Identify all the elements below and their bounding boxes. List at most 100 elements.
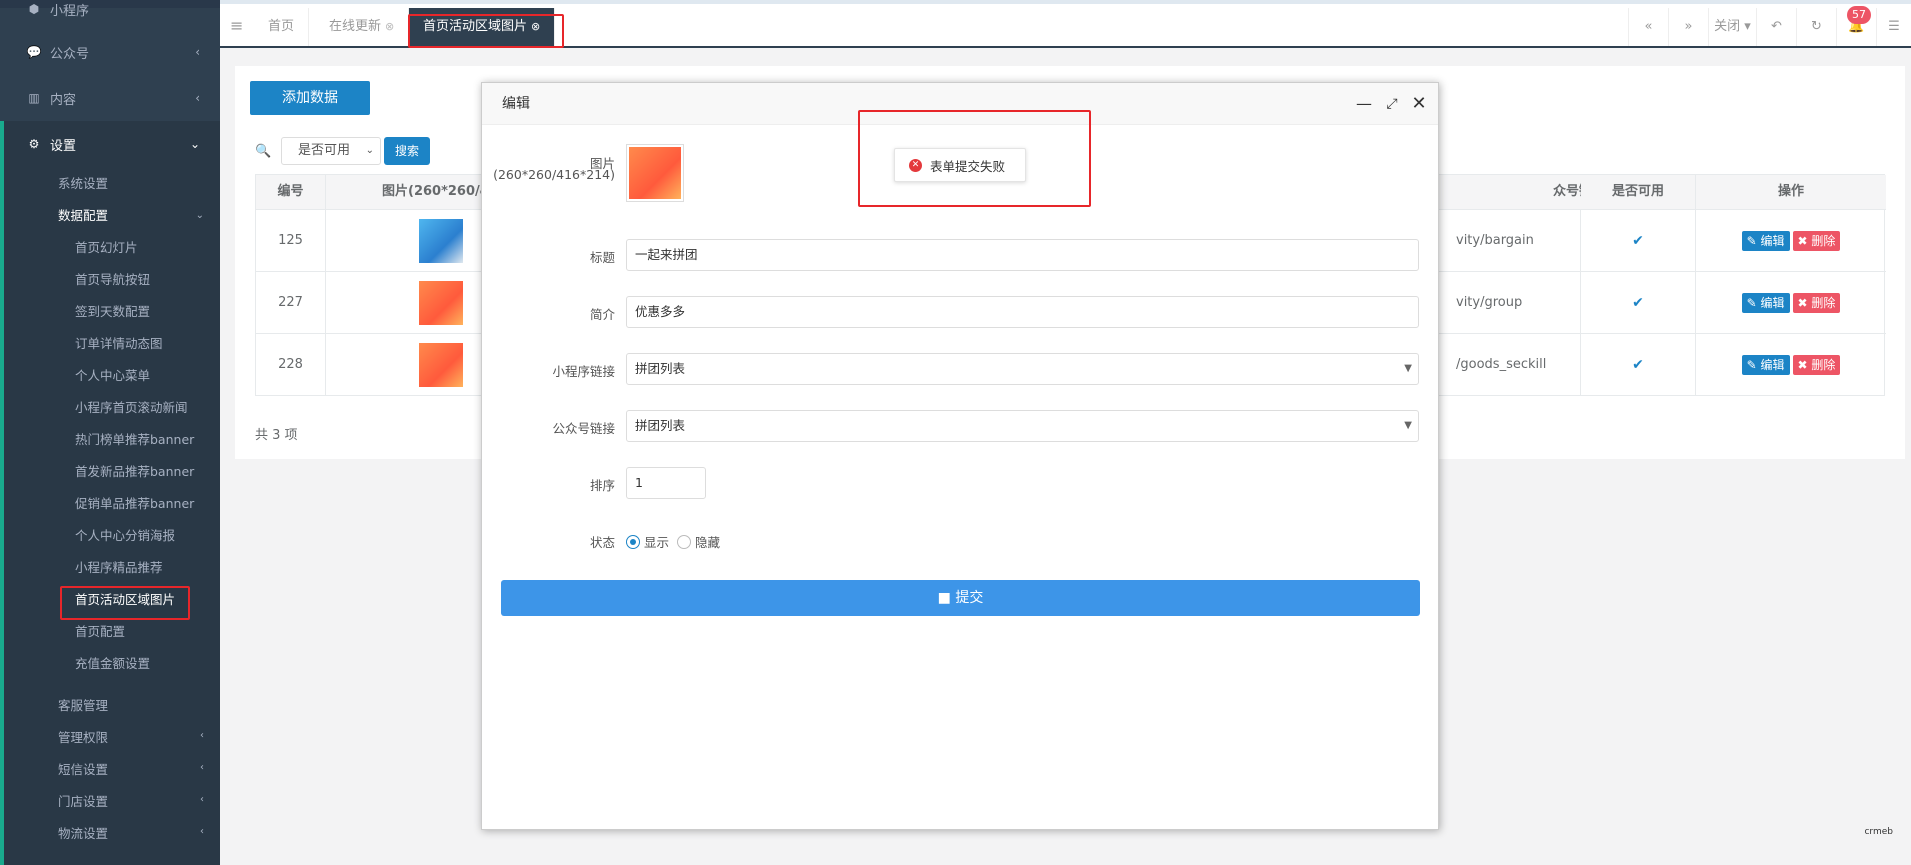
maximize-icon[interactable]: ⤢ xyxy=(1381,93,1403,115)
radio-unchecked xyxy=(677,534,691,549)
highlight-box-tab xyxy=(408,14,564,48)
sidebar-sub2-item[interactable]: 签到天数配置 xyxy=(75,300,150,324)
chevron-left-icon: ‹ xyxy=(200,730,204,741)
sort-input[interactable]: 1 xyxy=(626,467,706,499)
check-icon: ✔ xyxy=(1632,357,1644,373)
cell-mp-link: /goods_seckill xyxy=(1456,334,1581,396)
cell-enabled: ✔ xyxy=(1581,272,1696,334)
notification-badge: 57 xyxy=(1847,6,1871,24)
cell-actions: ✎ 编辑 ✖ 删除 xyxy=(1696,210,1886,272)
sidebar-sub2-item[interactable]: 个人中心菜单 xyxy=(75,364,150,388)
cell-mp-link: vity/group xyxy=(1456,272,1581,334)
watermark: crmeb xyxy=(1864,827,1893,837)
sidebar-sub2-item[interactable]: 热门榜单推荐banner xyxy=(75,428,194,452)
thumbnail-image xyxy=(418,343,463,387)
availability-select[interactable]: 是否可用 ⌄ xyxy=(281,137,381,165)
tab-home[interactable]: 首页 xyxy=(254,8,310,46)
sidebar-sub-system[interactable]: 系统设置 xyxy=(58,172,108,196)
highlight-box-toast xyxy=(858,110,1091,207)
intro-label: 简介 xyxy=(589,307,615,322)
add-data-button[interactable]: 添加数据 xyxy=(250,81,370,115)
sort-label: 排序 xyxy=(589,478,615,493)
sidebar-sub2-item[interactable]: 首发新品推荐banner xyxy=(75,460,194,484)
submit-icon: ■ xyxy=(937,590,951,606)
mini-link-select[interactable]: 拼团列表 ▼ xyxy=(626,353,1419,385)
sidebar-item-content[interactable]: ▥ 内容 ‹ xyxy=(0,75,220,121)
highlight-box-sidebar xyxy=(60,586,190,620)
edit-button[interactable]: ✎ 编辑 xyxy=(1741,355,1790,375)
delete-button[interactable]: ✖ 删除 xyxy=(1792,231,1841,251)
sidebar-sub2-item[interactable]: 个人中心分销海报 xyxy=(75,524,175,548)
col-header-enabled: 是否可用 xyxy=(1581,175,1696,209)
sidebar-sub-data-config[interactable]: 数据配置 xyxy=(58,204,108,228)
check-icon: ✔ xyxy=(1632,233,1644,249)
chevron-left-icon: ‹ xyxy=(200,794,204,805)
gear-icon: ⚙ xyxy=(28,137,40,151)
chevron-left-icon: ‹ xyxy=(195,91,200,105)
minimize-icon[interactable]: — xyxy=(1353,93,1375,115)
col-header-actions: 操作 xyxy=(1696,175,1886,209)
close-icon[interactable]: ✕ xyxy=(1408,93,1430,115)
cell-id: 228 xyxy=(256,334,326,396)
caret-down-icon: ▼ xyxy=(1404,420,1412,431)
back-icon[interactable]: ↶ xyxy=(1756,8,1796,46)
sidebar-sub-permission[interactable]: 管理权限 xyxy=(58,726,108,750)
mp-link-select[interactable]: 拼团列表 ▼ xyxy=(626,410,1419,442)
mini-link-label: 小程序链接 xyxy=(552,364,615,379)
cell-mp-link: vity/bargain xyxy=(1456,210,1581,272)
sidebar-item-miniprogram[interactable]: ⬢ 小程序 xyxy=(0,0,220,32)
intro-input[interactable]: 优惠多多 xyxy=(626,296,1419,328)
sidebar-sub-service[interactable]: 客服管理 xyxy=(58,694,108,718)
sidebar-item-settings[interactable]: ⚙ 设置 ⌄ xyxy=(0,121,220,167)
submit-button[interactable]: ■ 提交 xyxy=(501,580,1420,616)
close-icon[interactable]: ⊗ xyxy=(385,20,394,33)
edit-button[interactable]: ✎ 编辑 xyxy=(1741,293,1790,313)
chevron-down-icon: ⌄ xyxy=(189,137,200,151)
chevron-left-icon: ‹ xyxy=(200,762,204,773)
delete-button[interactable]: ✖ 删除 xyxy=(1792,355,1841,375)
total-count: 共 3 项 xyxy=(255,428,298,443)
sidebar-sub-store[interactable]: 门店设置 xyxy=(58,790,108,814)
sidebar-sub2-item[interactable]: 小程序首页滚动新闻 xyxy=(75,396,188,420)
radio-checked xyxy=(626,534,640,549)
thumbnail-image xyxy=(418,281,463,325)
search-icon: 🔍 xyxy=(255,144,272,159)
chevron-left-icon: ‹ xyxy=(200,826,204,837)
cell-id: 125 xyxy=(256,210,326,272)
status-hide-radio[interactable]: 隐藏 xyxy=(677,532,720,551)
modal-title: 编辑 xyxy=(502,96,530,112)
more-icon[interactable]: ☰ xyxy=(1876,8,1911,46)
sidebar-sub2-item[interactable]: 充值金额设置 xyxy=(75,652,150,676)
title-label: 标题 xyxy=(589,250,615,265)
sidebar-sub2-item[interactable]: 促销单品推荐banner xyxy=(75,492,194,516)
sidebar-item-wechat[interactable]: 💬 公众号 ‹ xyxy=(0,29,220,75)
edit-button[interactable]: ✎ 编辑 xyxy=(1741,231,1790,251)
preview-image xyxy=(629,147,681,199)
miniprogram-icon: ⬢ xyxy=(28,2,40,16)
search-button[interactable]: 搜索 xyxy=(384,137,430,165)
status-show-radio[interactable]: 显示 xyxy=(626,532,669,551)
image-upload[interactable] xyxy=(626,144,684,202)
sidebar-sub-sms[interactable]: 短信设置 xyxy=(58,758,108,782)
close-tabs-dropdown[interactable]: 关闭 ▾ xyxy=(1708,8,1756,46)
refresh-icon[interactable]: ↻ xyxy=(1796,8,1836,46)
sidebar-sub2-item[interactable]: 首页配置 xyxy=(75,620,125,644)
image-hint: (260*260/416*214) xyxy=(493,167,615,182)
sidebar-sub2-item[interactable]: 首页导航按钮 xyxy=(75,268,150,292)
title-input[interactable]: 一起来拼团 xyxy=(626,239,1419,271)
status-label: 状态 xyxy=(589,535,615,550)
sidebar-sub2-item[interactable]: 首页幻灯片 xyxy=(75,236,138,260)
mp-link-label: 公众号链接 xyxy=(552,421,615,436)
chevron-left-icon: ‹ xyxy=(195,45,200,59)
sidebar-sub-logistics[interactable]: 物流设置 xyxy=(58,822,108,846)
wechat-icon: 💬 xyxy=(26,45,42,59)
scroll-left-icon[interactable]: « xyxy=(1628,8,1668,46)
delete-button[interactable]: ✖ 删除 xyxy=(1792,293,1841,313)
tab-online-update[interactable]: 在线更新 ⊗ xyxy=(315,8,410,46)
sidebar-sub2-item[interactable]: 小程序精品推荐 xyxy=(75,556,163,580)
scroll-right-icon[interactable]: » xyxy=(1668,8,1708,46)
menu-toggle-icon[interactable]: ≡ xyxy=(230,16,243,35)
caret-down-icon: ▼ xyxy=(1404,363,1412,374)
cell-actions: ✎ 编辑 ✖ 删除 xyxy=(1696,272,1886,334)
sidebar-sub2-item[interactable]: 订单详情动态图 xyxy=(75,332,163,356)
